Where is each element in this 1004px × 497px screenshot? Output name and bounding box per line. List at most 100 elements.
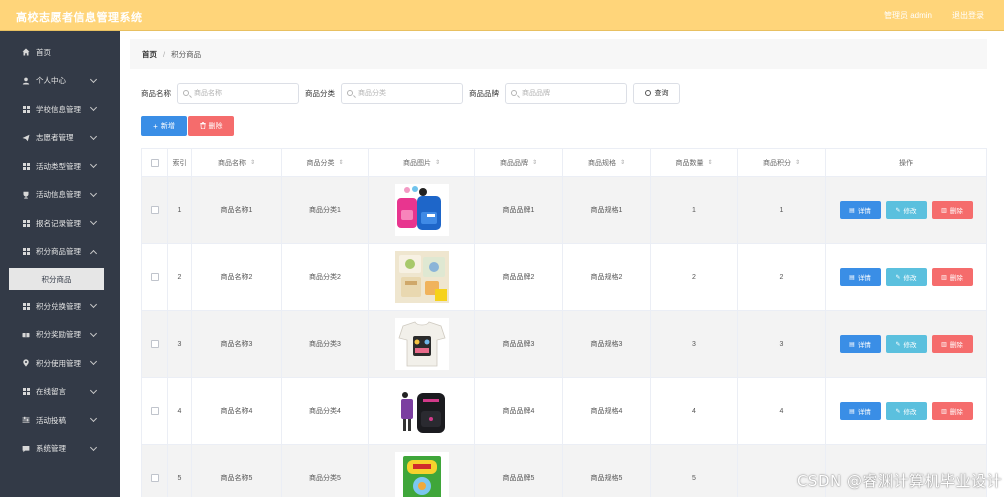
table-row: 1 商品名称1 商品分类1 商品品牌1 商品规格1 1 1 ▤ 详情 ✎ 修改 … (141, 177, 987, 244)
sidebar-item-label: 个人中心 (36, 76, 66, 86)
detail-button[interactable]: ▤ 详情 (839, 201, 881, 219)
spec-cell: 商品规格5 (563, 445, 651, 497)
table-row: 4 商品名称4 商品分类4 商品品牌4 商品规格4 4 4 ▤ 详情 ✎ 修改 … (141, 378, 987, 445)
batch-delete-button[interactable]: 删除 (188, 116, 234, 136)
select-all-cell (142, 149, 168, 176)
sort-icon[interactable]: ⇕ (532, 160, 537, 166)
chevron-down-icon (89, 132, 98, 140)
edit-button[interactable]: ✎ 修改 (885, 402, 927, 420)
search-icon (347, 89, 353, 96)
sidebar-item-system-management[interactable]: 系统管理 (0, 435, 120, 464)
row-checkbox[interactable] (150, 206, 159, 214)
delete-button-label: 删除 (208, 123, 223, 130)
delete-button[interactable]: ▥ 删除 (931, 268, 973, 286)
sidebar-item-activity-submission[interactable]: 活动投稿 (0, 406, 120, 435)
edit-button[interactable]: ✎ 修改 (885, 335, 927, 353)
quantity-cell: 2 (651, 244, 738, 310)
spec-cell: 商品规格4 (563, 378, 651, 444)
sidebar-item-home[interactable]: 首页 (0, 38, 120, 67)
column-header-label: 索引 (172, 159, 187, 167)
sort-icon[interactable]: ⇕ (435, 160, 440, 166)
column-header-brand[interactable]: 商品品牌 ⇕ (475, 149, 563, 176)
trash-icon: ▥ (941, 274, 947, 281)
sidebar-item-activity-type[interactable]: 活动类型管理 (0, 152, 120, 181)
product-image-backpacks[interactable] (394, 184, 449, 236)
column-header-actions: 操作 (826, 149, 986, 176)
column-header-name[interactable]: 商品名称 ⇕ (192, 149, 282, 176)
sidebar-item-registration[interactable]: 报名记录管理 (0, 209, 120, 238)
trash-icon: ▥ (941, 341, 947, 348)
index-cell: 2 (168, 244, 192, 310)
product-image-tshirt[interactable] (394, 318, 449, 370)
delete-button[interactable]: ▥ 删除 (931, 201, 973, 219)
grid-icon (22, 248, 30, 256)
edit-button[interactable]: ✎ 修改 (885, 201, 927, 219)
goods-category-input[interactable] (342, 83, 462, 103)
plus-icon: + (153, 121, 158, 131)
column-header-quantity[interactable]: 商品数量 ⇕ (651, 149, 738, 176)
detail-button-label: 详情 (857, 342, 871, 349)
breadcrumb-home[interactable]: 首页 (142, 49, 157, 60)
column-header-label: 商品规格 (587, 159, 616, 167)
detail-button[interactable]: ▤ 详情 (839, 402, 881, 420)
add-button[interactable]: + 新增 (141, 116, 187, 136)
goods-category-field (341, 82, 463, 104)
sidebar-item-activity-info[interactable]: 活动信息管理 (0, 181, 120, 210)
column-header-points[interactable]: 商品积分 ⇕ (738, 149, 826, 176)
sidebar-item-online-message[interactable]: 在线留言 (0, 378, 120, 407)
column-header-category[interactable]: 商品分类 ⇕ (282, 149, 369, 176)
search-icon (511, 89, 517, 96)
row-checkbox[interactable] (150, 273, 159, 281)
query-button[interactable]: 查询 (633, 82, 680, 104)
sidebar-item-label: 活动投稿 (36, 415, 66, 425)
name-cell: 商品名称5 (192, 445, 282, 497)
document-icon: ▤ (849, 274, 855, 281)
sidebar-item-label: 学校信息管理 (36, 104, 81, 114)
current-user-label[interactable]: 管理员 admin (884, 10, 932, 21)
sidebar-item-label: 积分使用管理 (36, 358, 81, 368)
sidebar-subitem-points-goods[interactable]: 积分商品 (9, 268, 104, 290)
points-cell: 1 (738, 177, 826, 243)
delete-button[interactable]: ▥ 删除 (931, 402, 973, 420)
delete-button-label: 删除 (949, 342, 963, 349)
sidebar-item-personal-center[interactable]: 个人中心 (0, 67, 120, 96)
sort-icon[interactable]: ⇕ (338, 160, 343, 166)
delete-button[interactable]: ▥ 删除 (931, 335, 973, 353)
sidebar-item-points-reward[interactable]: 积分奖励管理 (0, 321, 120, 350)
column-header-spec[interactable]: 商品规格 ⇕ (563, 149, 651, 176)
select-all-checkbox[interactable] (150, 158, 159, 167)
sidebar-item-points-goods[interactable]: 积分商品管理 (0, 238, 120, 267)
row-checkbox[interactable] (150, 407, 159, 415)
column-header-index: 索引 (168, 149, 192, 176)
column-header-image[interactable]: 商品图片 ⇕ (369, 149, 475, 176)
index-cell: 1 (168, 177, 192, 243)
query-button-label: 查询 (654, 90, 669, 97)
logout-link[interactable]: 退出登录 (952, 10, 984, 21)
edit-button[interactable]: ✎ 修改 (885, 268, 927, 286)
image-cell (369, 177, 475, 243)
product-image-green-book[interactable] (394, 452, 449, 497)
goods-name-input[interactable] (178, 83, 298, 103)
row-select-cell (142, 177, 168, 243)
sidebar-item-school-info[interactable]: 学校信息管理 (0, 95, 120, 124)
sidebar-item-points-exchange[interactable]: 积分兑换管理 (0, 292, 120, 321)
sort-icon[interactable]: ⇕ (707, 160, 712, 166)
product-image-stationery[interactable] (394, 251, 449, 303)
sort-icon[interactable]: ⇕ (250, 160, 255, 166)
detail-button[interactable]: ▤ 详情 (839, 335, 881, 353)
goods-brand-input[interactable] (506, 83, 626, 103)
sidebar-item-points-usage[interactable]: 积分使用管理 (0, 349, 120, 378)
detail-button[interactable]: ▤ 详情 (839, 268, 881, 286)
product-image-black-backpack[interactable] (394, 385, 449, 437)
row-select-cell (142, 311, 168, 377)
sidebar-item-volunteer[interactable]: 志愿者管理 (0, 124, 120, 153)
delete-button-label: 删除 (949, 275, 963, 282)
search-icon (183, 89, 189, 96)
sidebar-item-label: 活动类型管理 (36, 161, 81, 171)
points-cell: 4 (738, 378, 826, 444)
sort-icon[interactable]: ⇕ (795, 160, 800, 166)
row-checkbox[interactable] (150, 340, 159, 348)
row-checkbox[interactable] (150, 474, 159, 482)
sort-icon[interactable]: ⇕ (620, 160, 625, 166)
sidebar-item-label: 报名记录管理 (36, 218, 81, 228)
